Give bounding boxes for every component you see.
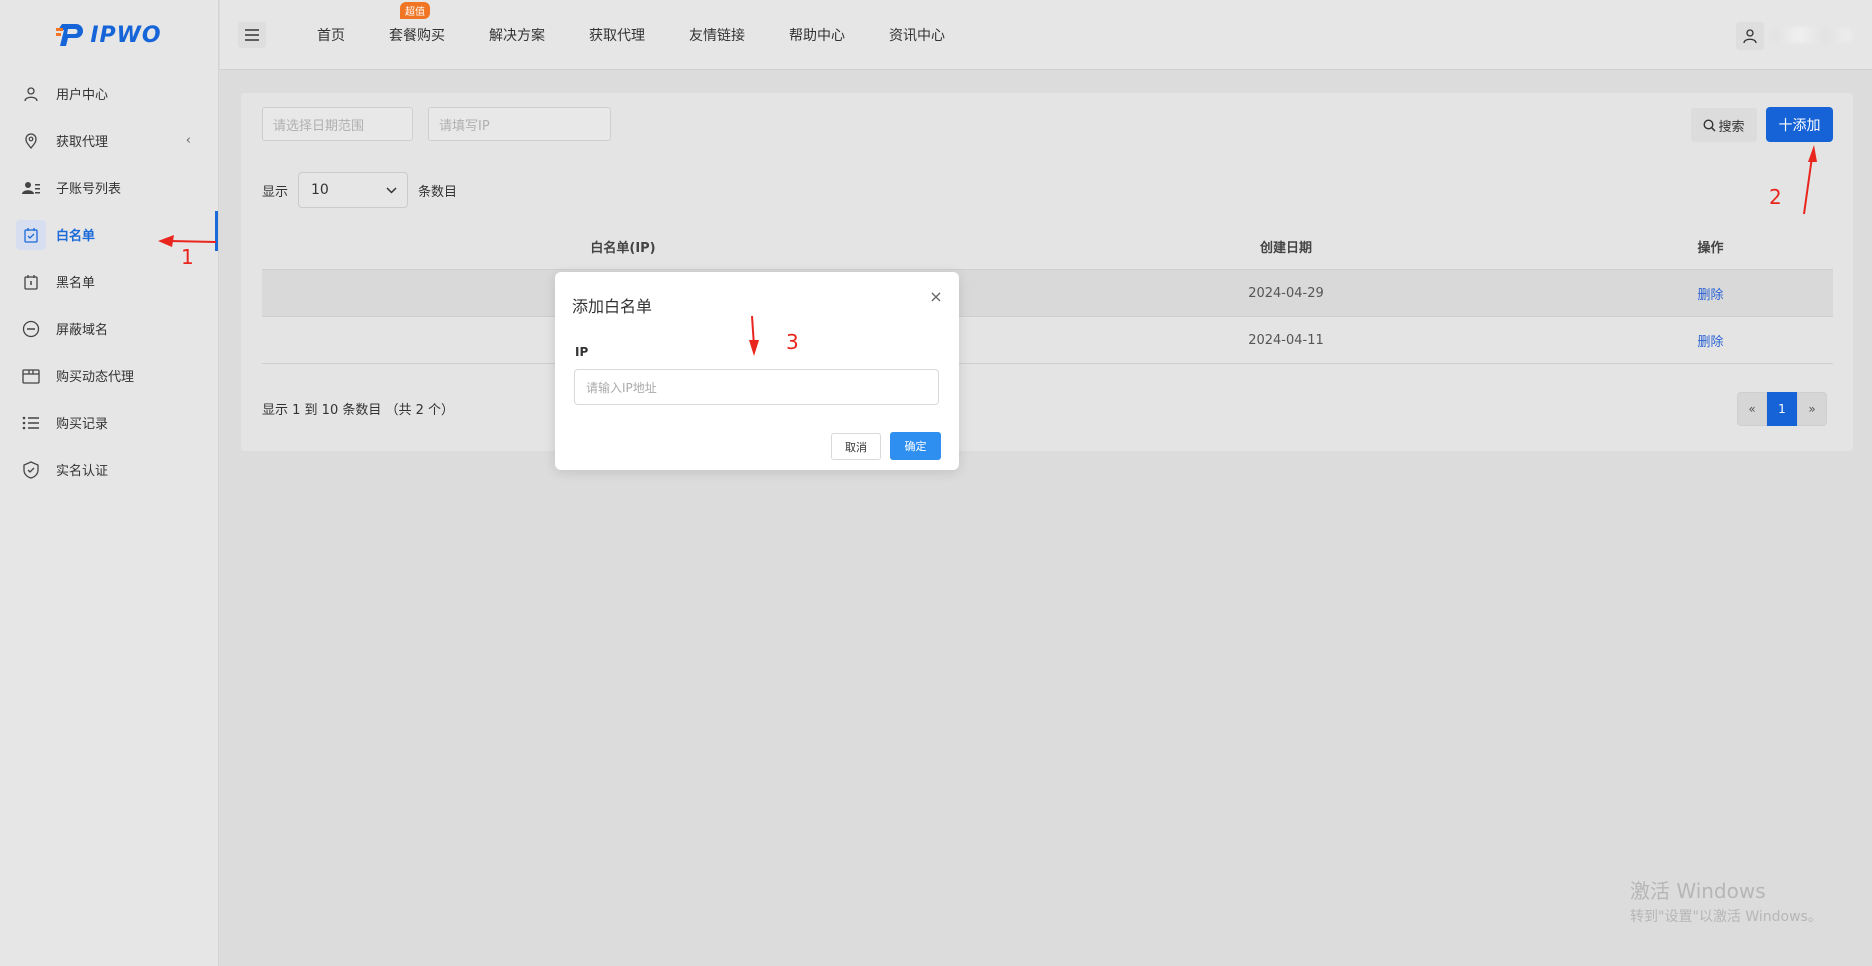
delete-link[interactable]: 删除 xyxy=(1588,331,1833,350)
menu-item-news-center[interactable]: 资讯中心 xyxy=(889,25,945,45)
table-header: 白名单(IP) 创建日期 操作 xyxy=(262,223,1833,270)
cell-date: 2024-04-29 xyxy=(1248,285,1324,301)
box-icon xyxy=(16,361,46,391)
menu-item-packages[interactable]: 套餐购买 超值 xyxy=(389,2,445,45)
cell-date: 2024-04-11 xyxy=(1248,332,1324,348)
table-row: 2024-04-29 删除 xyxy=(262,270,1833,317)
search-icon xyxy=(1703,118,1717,132)
header-date: 创建日期 xyxy=(1259,240,1312,256)
chevron-left-icon: ‹ xyxy=(185,133,191,148)
confirm-button[interactable]: 确定 xyxy=(890,432,941,460)
user-icon xyxy=(16,79,46,109)
ip-address-input[interactable]: 请输入IP地址 xyxy=(574,369,939,405)
menu-item-get-proxy[interactable]: 获取代理 xyxy=(589,25,645,45)
sidebar-item-buy-dynamic-proxy[interactable]: 购买动态代理 xyxy=(0,352,218,399)
logo[interactable]: IPWO xyxy=(0,0,218,70)
ip-filter-input[interactable]: 请填写IP xyxy=(428,107,611,141)
header-action: 操作 xyxy=(1697,240,1724,256)
sidebar-item-real-name-auth[interactable]: 实名认证 xyxy=(0,446,218,493)
minus-circle-icon xyxy=(16,314,46,344)
sidebar-item-label: 获取代理 xyxy=(56,135,109,150)
pagination-next[interactable]: » xyxy=(1797,392,1827,426)
sidebar-item-user-center[interactable]: 用户中心 xyxy=(0,70,218,117)
sidebar-nav: 用户中心 获取代理 ‹ 子账号列表 白名单 黑名单 屏蔽域名 购买动态代理 购买… xyxy=(0,70,218,493)
sidebar-item-label: 子账号列表 xyxy=(56,182,122,197)
hot-badge: 超值 xyxy=(400,2,430,19)
username-blurred[interactable] xyxy=(1772,27,1852,43)
annotation-label-3: 3 xyxy=(786,330,799,354)
pagination-prev[interactable]: « xyxy=(1737,392,1767,426)
sidebar-item-sub-accounts[interactable]: 子账号列表 xyxy=(0,164,218,211)
modal-title: 添加白名单 xyxy=(572,297,653,316)
menu-item-solutions[interactable]: 解决方案 xyxy=(489,25,545,45)
sidebar-item-get-proxy[interactable]: 获取代理 ‹ xyxy=(0,117,218,164)
shield-check-icon xyxy=(16,455,46,485)
search-button[interactable]: 搜索 xyxy=(1691,108,1757,142)
date-range-input[interactable]: 请选择日期范围 xyxy=(262,107,413,141)
menu-item-label: 套餐购买 xyxy=(389,28,445,44)
sidebar-item-label: 用户中心 xyxy=(56,88,109,103)
calendar-check-icon xyxy=(16,219,46,250)
location-pin-icon xyxy=(16,126,46,156)
sidebar-item-label: 实名认证 xyxy=(56,464,109,479)
watermark-line2: 转到"设置"以激活 Windows。 xyxy=(1630,909,1822,925)
sidebar-item-label: 购买记录 xyxy=(56,417,109,432)
watermark-line1: 激活 Windows xyxy=(1630,879,1766,903)
sidebar-item-purchase-history[interactable]: 购买记录 xyxy=(0,399,218,446)
sidebar: IPWO 用户中心 获取代理 ‹ 子账号列表 白名单 黑名单 屏蔽域名 购买动态… xyxy=(0,0,219,966)
delete-link[interactable]: 删除 xyxy=(1588,284,1833,303)
add-button[interactable]: 十添加 xyxy=(1766,107,1833,142)
chevron-down-icon xyxy=(386,186,397,194)
top-menu: 首页 套餐购买 超值 解决方案 获取代理 友情链接 帮助中心 资讯中心 xyxy=(317,0,989,70)
user-avatar-icon[interactable] xyxy=(1736,22,1764,50)
whitelist-table: 白名单(IP) 创建日期 操作 2024-04-29 删除 2024-04-11… xyxy=(262,223,1833,364)
calendar-x-icon xyxy=(16,267,46,297)
sidebar-item-label: 黑名单 xyxy=(56,276,96,291)
annotation-label-2: 2 xyxy=(1769,185,1782,209)
annotation-label-1: 1 xyxy=(181,245,194,269)
cancel-button[interactable]: 取消 xyxy=(831,433,881,460)
page-size-value: 10 xyxy=(311,182,329,198)
page-size-row: 显示 10 条数目 xyxy=(262,172,457,208)
sidebar-item-blocked-domains[interactable]: 屏蔽域名 xyxy=(0,305,218,352)
pagination-page-current[interactable]: 1 xyxy=(1767,392,1797,426)
logo-mark-icon xyxy=(56,24,84,46)
top-bar: 首页 套餐购买 超值 解决方案 获取代理 友情链接 帮助中心 资讯中心 xyxy=(220,0,1872,70)
menu-item-help-center[interactable]: 帮助中心 xyxy=(789,25,845,45)
menu-item-friend-links[interactable]: 友情链接 xyxy=(689,25,745,45)
menu-item-home[interactable]: 首页 xyxy=(317,25,345,45)
logo-text: IPWO xyxy=(90,22,162,48)
page-size-select[interactable]: 10 xyxy=(298,172,409,208)
sidebar-item-label: 白名单 xyxy=(56,229,96,244)
list-icon xyxy=(16,408,46,438)
whitelist-card: 请选择日期范围 请填写IP 搜索 十添加 显示 10 条数目 白名单(IP) 创… xyxy=(241,93,1853,451)
close-icon[interactable]: × xyxy=(927,288,945,306)
page-size-prefix: 显示 xyxy=(262,184,289,200)
add-whitelist-modal: 添加白名单 × IP 请输入IP地址 取消 确定 xyxy=(555,272,959,470)
search-button-label: 搜索 xyxy=(1718,119,1745,135)
pagination: « 1 » xyxy=(1737,392,1827,426)
ip-field-label: IP xyxy=(575,345,589,359)
table-info: 显示 1 到 10 条数目 （共 2 个） xyxy=(262,403,455,418)
header-ip: 白名单(IP) xyxy=(590,240,656,256)
page-size-suffix: 条数目 xyxy=(418,184,458,200)
sidebar-item-label: 购买动态代理 xyxy=(56,370,135,385)
windows-activation-watermark: 激活 Windows 转到"设置"以激活 Windows。 xyxy=(1630,875,1822,926)
sidebar-item-label: 屏蔽域名 xyxy=(56,323,109,338)
table-row: 2024-04-11 删除 xyxy=(262,317,1833,364)
contacts-icon xyxy=(16,173,46,203)
hamburger-menu-icon[interactable] xyxy=(238,22,266,48)
